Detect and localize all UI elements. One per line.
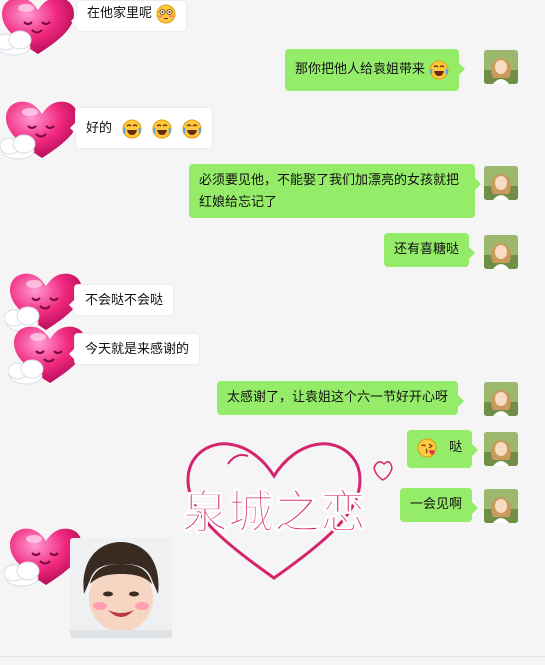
user-avatar-icon[interactable] bbox=[484, 382, 518, 416]
message-bubble-sent[interactable]: 那你把他人给袁姐带来 bbox=[285, 49, 466, 91]
user-avatar-icon[interactable] bbox=[484, 166, 518, 200]
message-text: 一会见啊 bbox=[410, 497, 463, 512]
message-text: 太感谢了，让袁姐这个六一节好开心呀 bbox=[227, 390, 449, 405]
laughing-tears-emoji-icon bbox=[152, 119, 172, 139]
message-bubble-received[interactable]: 不会哒不会哒 bbox=[68, 284, 175, 316]
message-text: 今天就是来感谢的 bbox=[85, 342, 190, 357]
watermark-text: 泉城之恋 bbox=[182, 485, 366, 539]
message-bubble-received[interactable]: 今天就是来感谢的 bbox=[68, 333, 201, 365]
message-bubble-received[interactable]: 好的 bbox=[69, 107, 214, 149]
laughing-tears-emoji-icon bbox=[182, 119, 202, 139]
message-text: 还有喜糖哒 bbox=[394, 242, 460, 257]
kissing-heart-emoji-icon bbox=[417, 438, 437, 458]
heart-cloud-icon[interactable] bbox=[0, 0, 76, 62]
message-text: 那你把他人给袁姐带来 bbox=[295, 62, 426, 77]
child-photo-sticker[interactable] bbox=[70, 538, 172, 638]
message-bubble-sent[interactable]: 必须要见他，不能娶了我们加漂亮的女孩就把红娘给忘记了 bbox=[189, 164, 481, 218]
message-bubble-sent[interactable]: 哒 bbox=[407, 430, 479, 468]
user-avatar-icon[interactable] bbox=[484, 489, 518, 523]
message-text: 必须要见他，不能娶了我们加漂亮的女孩就把红娘给忘记了 bbox=[199, 173, 460, 210]
message-text: 不会哒不会哒 bbox=[85, 293, 164, 308]
message-bubble-sent[interactable]: 一会见啊 bbox=[400, 488, 479, 522]
laughing-tears-emoji-icon bbox=[122, 119, 142, 139]
user-avatar-icon[interactable] bbox=[484, 50, 518, 84]
message-bubble-sent[interactable]: 太感谢了，让袁姐这个六一节好开心呀 bbox=[217, 381, 465, 415]
message-text: 在他家里呢 bbox=[87, 6, 153, 21]
message-text: 哒 bbox=[449, 440, 463, 455]
message-bubble-sent[interactable]: 还有喜糖哒 bbox=[384, 233, 476, 267]
flushed-emoji-icon bbox=[156, 4, 176, 24]
message-text: 好的 bbox=[86, 121, 113, 136]
heart-cloud-icon[interactable] bbox=[0, 96, 80, 166]
chat-area: 在他家里呢 那你把他人给袁姐带来 好的 必须要见他，不能娶了我们加漂亮的女孩就把… bbox=[0, 0, 545, 665]
message-bubble-received[interactable]: 在他家里呢 bbox=[70, 0, 188, 32]
laughing-tears-emoji-icon bbox=[429, 60, 449, 80]
user-avatar-icon[interactable] bbox=[484, 235, 518, 269]
divider bbox=[0, 656, 545, 657]
user-avatar-icon[interactable] bbox=[484, 432, 518, 466]
